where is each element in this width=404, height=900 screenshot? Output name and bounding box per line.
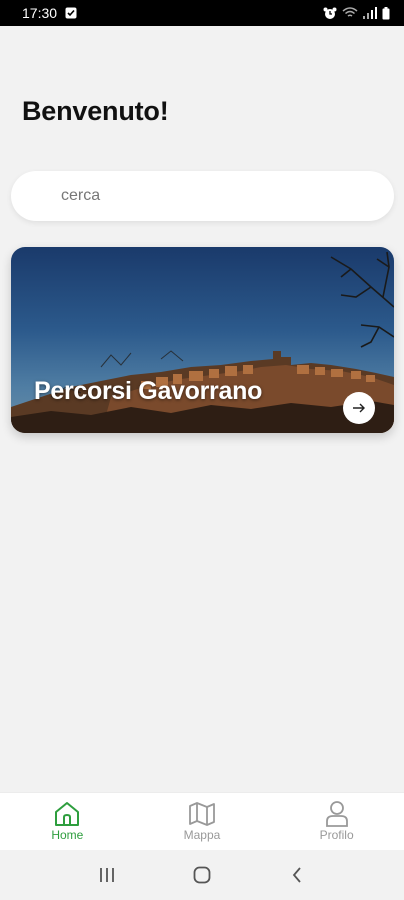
back-button[interactable] (277, 860, 317, 890)
nav-item-profile[interactable]: Profilo (277, 801, 397, 842)
search-bar[interactable] (11, 171, 394, 221)
map-icon (189, 802, 215, 826)
status-time: 17:30 (22, 5, 58, 21)
back-chevron-icon (292, 867, 301, 883)
nav-label-profile: Profilo (319, 828, 354, 842)
signal-icon (363, 7, 377, 19)
recent-apps-icon (100, 868, 115, 882)
status-right (323, 6, 390, 20)
home-system-button[interactable] (182, 860, 222, 890)
route-card[interactable]: Percorsi Gavorrano (11, 247, 394, 433)
status-bar: 17:30 (0, 0, 404, 26)
home-icon (55, 802, 80, 826)
wifi-icon (342, 7, 358, 19)
nav-item-map[interactable]: Mappa (142, 801, 262, 842)
search-input[interactable] (61, 187, 361, 205)
card-title: Percorsi Gavorrano (34, 377, 263, 405)
battery-icon (382, 6, 390, 20)
alarm-icon (323, 7, 337, 20)
nav-item-home[interactable]: Home (7, 801, 127, 842)
user-icon (325, 801, 348, 827)
circle-home-icon (193, 866, 211, 884)
nav-label-map: Mappa (183, 828, 221, 842)
page-title: Benvenuto! (22, 96, 169, 126)
card-arrow-button[interactable] (343, 392, 375, 424)
status-left: 17:30 (22, 5, 77, 21)
nav-label-home: Home (51, 828, 84, 842)
recent-apps-button[interactable] (87, 860, 127, 890)
bottom-navigation: Home Mappa Profilo (0, 792, 404, 850)
arrow-right-icon (353, 403, 365, 413)
system-navigation-bar (0, 850, 404, 900)
notification-icon (65, 7, 77, 19)
